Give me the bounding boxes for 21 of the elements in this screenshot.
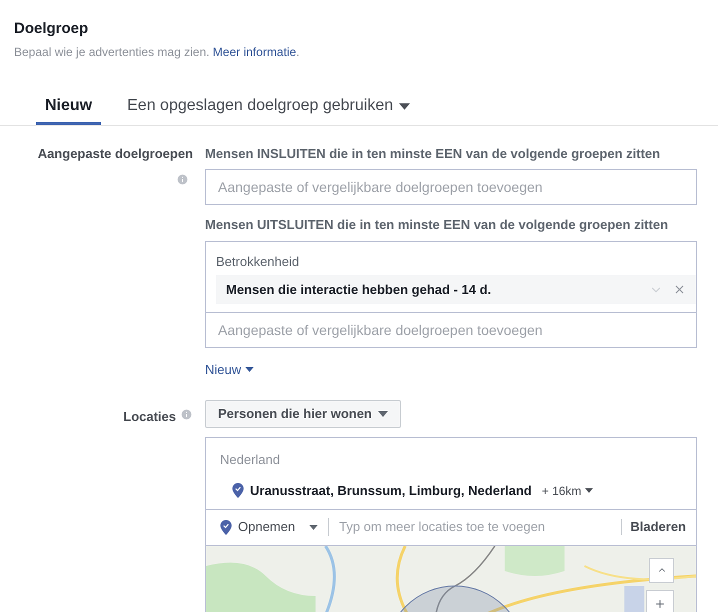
field-label: Aangepaste doelgroepen: [38, 144, 193, 163]
country-label: Nederland: [220, 450, 281, 468]
exclude-audience-field[interactable]: Aangepaste of vergelijkbare doelgroepen toevoegen: [205, 312, 697, 348]
include-mode-dropdown[interactable]: Opnemen: [238, 518, 330, 536]
new-dropdown-link[interactable]: Nieuw: [205, 360, 254, 380]
tab[interactable]: Nieuw: [36, 90, 102, 124]
location-type-select[interactable]: Personen die hier wonen: [205, 400, 401, 428]
browse-button[interactable]: Bladeren: [621, 519, 686, 535]
audience-chip[interactable]: Mensen die interactie hebben gehad - 14 d.: [216, 275, 696, 304]
more-info-link[interactable]: Meer informatie: [212, 44, 296, 58]
include-audience-field[interactable]: Aangepaste of vergelijkbare doelgroepen toevoegen: [205, 169, 697, 205]
exclude-heading: Mensen UITSLUITEN die in ten minste EEN van de volgende groepen zitten: [205, 216, 670, 234]
location-name: Uranusstraat, Brunssum, Limburg, Nederland: [250, 482, 532, 500]
include-heading: Mensen INSLUITEN die in ten minste EEN van de volgende groepen zitten: [205, 144, 662, 163]
section-title: Doelgroep: [14, 19, 90, 39]
chip-label: Mensen die interactie hebben gehad - 14 d.: [226, 280, 492, 299]
radius-dropdown[interactable]: + 16km: [542, 482, 594, 500]
group-title: Betrokkenheid: [216, 252, 300, 270]
description: Bepaal wie je advertenties mag zien. Meer informatie.: [14, 44, 301, 60]
field-label: Locaties: [123, 408, 176, 426]
tab[interactable]: Een opgeslagen doelgroep gebruiken: [127, 90, 410, 124]
